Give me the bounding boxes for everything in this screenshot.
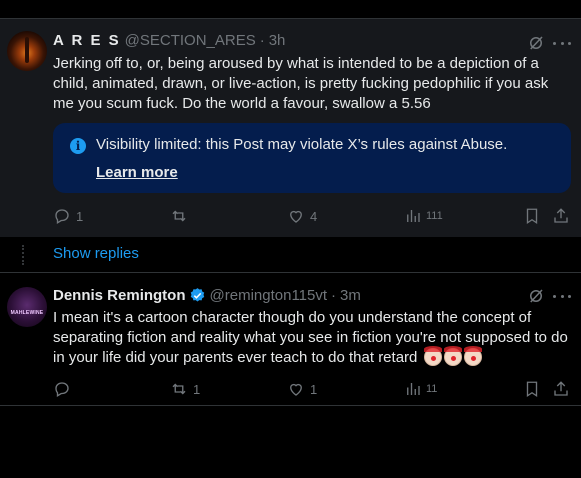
reply-icon	[55, 209, 69, 224]
post-actions: 1 4 111	[53, 206, 573, 226]
views-button[interactable]: 11	[404, 379, 437, 399]
share-icon	[554, 208, 568, 223]
repost-count: 1	[193, 381, 201, 397]
reply-icon	[55, 382, 69, 397]
visibility-notice: i Visibility limited: this Post may viol…	[53, 123, 571, 193]
share-icon	[554, 381, 568, 396]
share-button[interactable]	[552, 379, 570, 399]
grok-icon[interactable]	[527, 287, 545, 305]
post-header: Dennis Remington @remington115vt · 3m	[53, 287, 361, 304]
like-count: 1	[310, 381, 318, 397]
post-text: I mean it's a cartoon character though d…	[53, 309, 568, 366]
repost-icon	[172, 383, 186, 395]
heart-icon	[290, 210, 302, 223]
author-name[interactable]: Dennis Remington	[53, 287, 186, 304]
post-dennis[interactable]: MAHLEWINE Dennis Remington @remington115…	[0, 272, 581, 406]
post-time[interactable]: 3m	[340, 287, 361, 304]
clown-face-icon	[463, 346, 482, 366]
reply-button[interactable]	[53, 379, 76, 399]
info-icon: i	[70, 138, 86, 154]
post-time[interactable]: 3h	[269, 32, 286, 49]
like-button[interactable]: 1	[287, 379, 317, 399]
show-replies-link[interactable]: Show replies	[53, 245, 139, 262]
bookmark-button[interactable]	[523, 206, 541, 226]
avatar-logo-text: MAHLEWINE	[10, 310, 44, 316]
thread-dots	[22, 245, 24, 265]
more-options-icon[interactable]	[553, 34, 571, 52]
post-ares[interactable]: A R E S @SECTION_ARES · 3h Jerking off t…	[0, 18, 581, 237]
repost-button[interactable]	[170, 206, 193, 226]
post-header: A R E S @SECTION_ARES · 3h	[53, 32, 285, 49]
post-text: Jerking off to, or, being aroused by wha…	[53, 55, 549, 112]
clown-face-icon	[443, 346, 462, 366]
bookmark-button[interactable]	[523, 379, 541, 399]
bookmark-icon	[526, 208, 538, 225]
repost-button[interactable]: 1	[170, 379, 200, 399]
views-button[interactable]: 111	[404, 206, 443, 226]
grok-icon[interactable]	[527, 34, 545, 52]
post-actions: 1 1 11	[53, 379, 573, 399]
bookmark-icon	[526, 381, 538, 398]
separator-dot: ·	[331, 287, 337, 304]
more-options-icon[interactable]	[553, 287, 571, 305]
show-replies-row[interactable]: Show replies	[0, 237, 581, 272]
author-handle[interactable]: @remington115vt	[210, 287, 328, 304]
top-bar	[0, 0, 581, 18]
learn-more-link[interactable]: Learn more	[96, 164, 178, 181]
views-icon	[407, 210, 420, 222]
reply-count: 1	[76, 208, 84, 224]
avatar[interactable]: MAHLEWINE	[7, 287, 47, 327]
repost-icon	[172, 210, 186, 222]
views-count: 111	[426, 210, 443, 222]
clown-face-icon	[423, 346, 442, 366]
avatar[interactable]	[7, 31, 47, 71]
like-button[interactable]: 4	[287, 206, 317, 226]
views-count: 11	[426, 383, 438, 395]
post-text-block: I mean it's a cartoon character though d…	[53, 308, 573, 368]
author-handle[interactable]: @SECTION_ARES	[125, 32, 256, 49]
separator-dot: ·	[259, 32, 265, 49]
views-icon	[407, 383, 420, 395]
reply-button[interactable]: 1	[53, 206, 83, 226]
heart-icon	[290, 383, 302, 396]
like-count: 4	[310, 208, 318, 224]
notice-text: Visibility limited: this Post may violat…	[96, 136, 508, 153]
author-name[interactable]: A R E S	[53, 32, 121, 49]
share-button[interactable]	[552, 206, 570, 226]
verified-badge-icon[interactable]	[189, 287, 206, 304]
